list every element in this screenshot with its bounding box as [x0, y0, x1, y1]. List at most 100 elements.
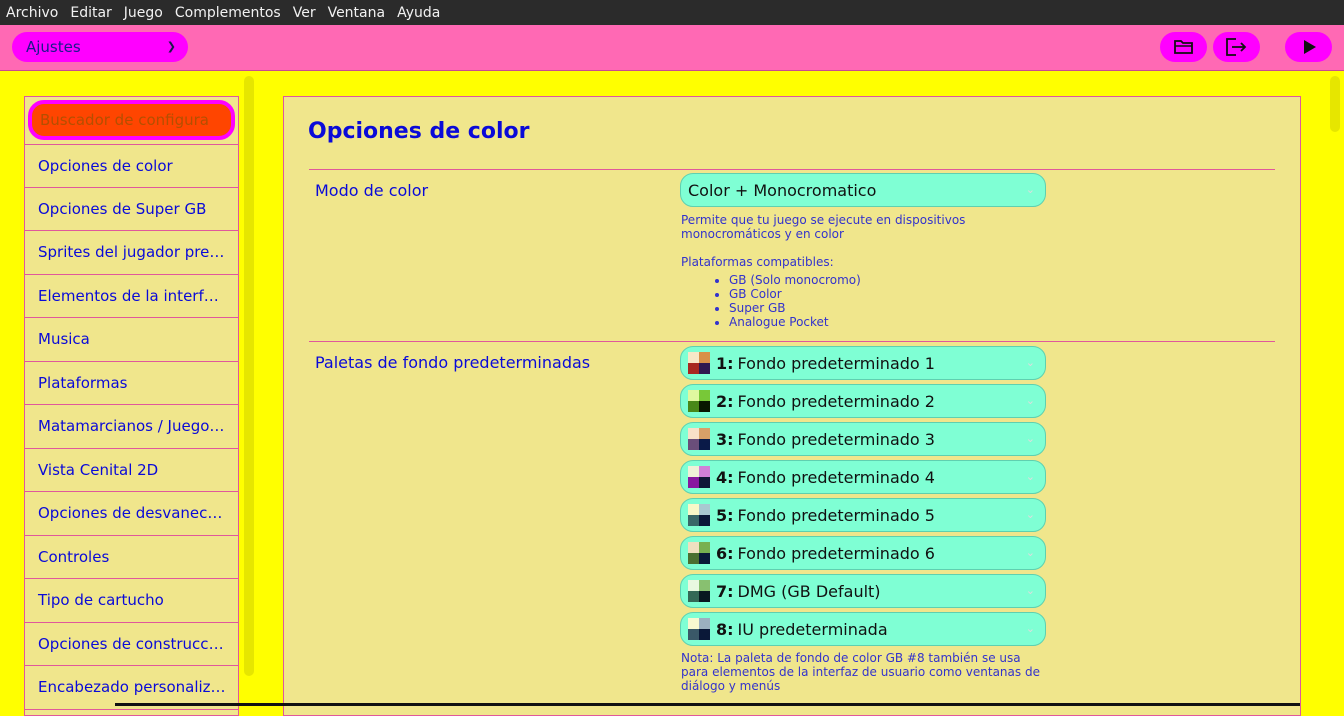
palette-number: 4: — [716, 467, 734, 487]
chevron-down-icon: ❯ — [166, 40, 176, 53]
swatch-color — [699, 439, 710, 450]
color-mode-value: Color + Monocromatico — [688, 180, 877, 200]
palette-swatch — [688, 504, 710, 526]
open-folder-button[interactable] — [1160, 32, 1207, 62]
chevron-down-icon: ⌄ — [1025, 183, 1035, 196]
menu-ventana[interactable]: Ventana — [322, 5, 392, 21]
bg-palettes-label: Paletas de fondo predeterminadas — [315, 353, 591, 372]
export-button[interactable] — [1213, 32, 1260, 62]
color-mode-help: Permite que tu juego se ejecute en dispo… — [681, 213, 1051, 329]
open-folder-icon — [1173, 40, 1193, 54]
menu-bar: Archivo Editar Juego Complementos Ver Ve… — [0, 0, 1344, 25]
chevron-down-icon: ⌄ — [1025, 470, 1035, 483]
menu-editar[interactable]: Editar — [64, 5, 117, 21]
swatch-color — [688, 466, 699, 477]
sidebar-scrollbar[interactable] — [244, 76, 254, 676]
menu-complementos[interactable]: Complementos — [169, 5, 287, 21]
swatch-color — [688, 553, 699, 564]
platform-item: Analogue Pocket — [729, 315, 1051, 329]
color-mode-description: Permite que tu juego se ejecute en dispo… — [681, 213, 966, 241]
palette-number: 1: — [716, 353, 734, 373]
bg-palette-select-1[interactable]: 1: Fondo predeterminado 1 ⌄ — [680, 346, 1046, 380]
bg-palette-select-3[interactable]: 3: Fondo predeterminado 3 ⌄ — [680, 422, 1046, 456]
swatch-color — [699, 504, 710, 515]
section-dropdown[interactable]: Ajustes ❯ — [12, 32, 188, 62]
swatch-color — [688, 401, 699, 412]
section-dropdown-value: Ajustes — [26, 38, 81, 56]
swatch-color — [699, 466, 710, 477]
palette-swatch — [688, 542, 710, 564]
settings-nav: Opciones de color Opciones de Super GB S… — [25, 144, 238, 710]
swatch-color — [699, 477, 710, 488]
bg-palette-select-5[interactable]: 5: Fondo predeterminado 5 ⌄ — [680, 498, 1046, 532]
play-button[interactable] — [1285, 32, 1332, 62]
swatch-color — [688, 439, 699, 450]
swatch-color — [688, 515, 699, 526]
swatch-color — [688, 477, 699, 488]
swatch-color — [688, 504, 699, 515]
palette-swatch — [688, 390, 710, 412]
sidebar-item-ui-elements[interactable]: Elementos de la interfaz de usuario — [25, 275, 238, 318]
palette-name: Fondo predeterminado 2 — [737, 391, 935, 411]
swatch-color — [699, 629, 710, 640]
sidebar-item-platforms[interactable]: Plataformas — [25, 362, 238, 405]
sidebar-item-player-sprites[interactable]: Sprites del jugador predeterminados — [25, 231, 238, 275]
sidebar-item-fade[interactable]: Opciones de desvanecimiento — [25, 492, 238, 536]
palette-number: 2: — [716, 391, 734, 411]
palette-swatch — [688, 352, 710, 374]
page-title: Opciones de color — [308, 119, 530, 144]
bg-palette-select-7[interactable]: 7: DMG (GB Default) ⌄ — [680, 574, 1046, 608]
sidebar-item-super-gb[interactable]: Opciones de Super GB — [25, 188, 238, 231]
swatch-color — [688, 580, 699, 591]
color-mode-select[interactable]: Color + Monocromatico ⌄ — [680, 173, 1046, 207]
palette-number: 5: — [716, 505, 734, 525]
divider — [309, 169, 1275, 170]
bg-palette-select-6[interactable]: 6: Fondo predeterminado 6 ⌄ — [680, 536, 1046, 570]
palette-swatch — [688, 466, 710, 488]
sidebar-item-shmup[interactable]: Matamarcianos / Juego de naves — [25, 405, 238, 449]
swatch-color — [699, 363, 710, 374]
platform-item: Super GB — [729, 301, 1051, 315]
export-icon — [1225, 38, 1246, 56]
palette-swatch — [688, 618, 710, 640]
sidebar-item-cartridge[interactable]: Tipo de cartucho — [25, 579, 238, 623]
sidebar-item-color[interactable]: Opciones de color — [25, 144, 238, 188]
palette-name: IU predeterminada — [737, 619, 888, 639]
chevron-down-icon: ⌄ — [1025, 394, 1035, 407]
settings-search-input[interactable]: Buscador de configura — [28, 100, 235, 140]
chevron-down-icon: ⌄ — [1025, 584, 1035, 597]
chevron-down-icon: ⌄ — [1025, 432, 1035, 445]
palette-name: Fondo predeterminado 4 — [737, 467, 935, 487]
sidebar-item-build[interactable]: Opciones de construcción — [25, 623, 238, 666]
menu-ver[interactable]: Ver — [287, 5, 322, 21]
sidebar-item-controls[interactable]: Controles — [25, 536, 238, 579]
swatch-color — [699, 591, 710, 602]
palette-swatch — [688, 428, 710, 450]
bg-palette-select-8[interactable]: 8: IU predeterminada ⌄ — [680, 612, 1046, 646]
platform-item: GB Color — [729, 287, 1051, 301]
swatch-color — [699, 553, 710, 564]
swatch-color — [688, 363, 699, 374]
bg-palette-select-2[interactable]: 2: Fondo predeterminado 2 ⌄ — [680, 384, 1046, 418]
swatch-color — [688, 428, 699, 439]
menu-archivo[interactable]: Archivo — [0, 5, 64, 21]
menu-juego[interactable]: Juego — [118, 5, 169, 21]
palette-number: 8: — [716, 619, 734, 639]
palettes-note: Nota: La paleta de fondo de color GB #8 … — [681, 651, 1040, 693]
sidebar-item-top-down[interactable]: Vista Cenital 2D — [25, 449, 238, 492]
swatch-color — [688, 390, 699, 401]
swatch-color — [699, 390, 710, 401]
play-icon — [1303, 40, 1316, 54]
palette-swatch — [688, 580, 710, 602]
swatch-color — [688, 542, 699, 553]
sidebar-item-music[interactable]: Musica — [25, 318, 238, 362]
swatch-color — [688, 629, 699, 640]
main-scrollbar[interactable] — [1330, 76, 1340, 132]
bg-palette-select-4[interactable]: 4: Fondo predeterminado 4 ⌄ — [680, 460, 1046, 494]
palette-name: DMG (GB Default) — [737, 581, 881, 601]
swatch-color — [699, 428, 710, 439]
color-mode-label: Modo de color — [315, 181, 429, 200]
swatch-color — [688, 591, 699, 602]
menu-ayuda[interactable]: Ayuda — [391, 5, 446, 21]
platform-item: GB (Solo monocromo) — [729, 273, 1051, 287]
